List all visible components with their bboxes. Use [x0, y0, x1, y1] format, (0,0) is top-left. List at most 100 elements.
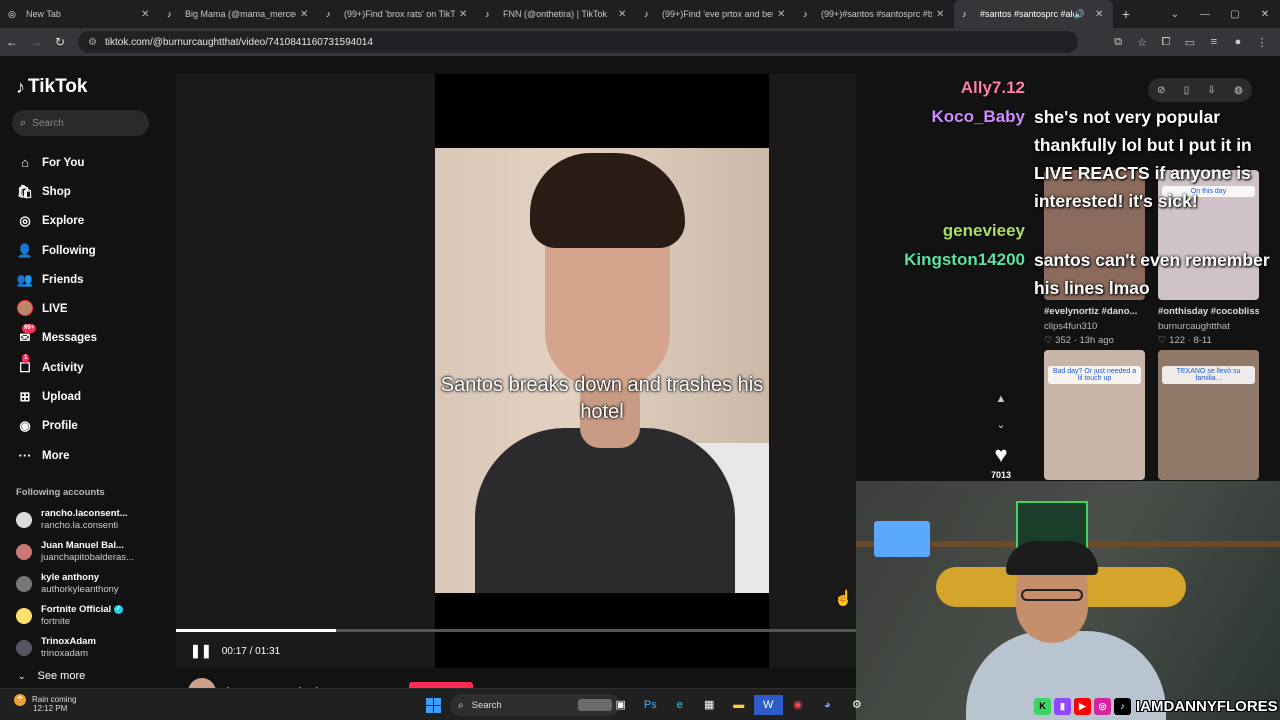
close-tab-icon[interactable]: ✕ [300, 9, 310, 20]
forward-button[interactable]: → [24, 35, 48, 49]
account-handle: juanchapitobalderas... [41, 552, 134, 563]
streamer-glasses [1021, 589, 1083, 601]
edge-icon[interactable]: e [665, 695, 695, 715]
youtube-icon: ▶ [1074, 697, 1091, 715]
download-icon[interactable]: ⇩ [1207, 85, 1215, 96]
video-person-shirt [475, 428, 735, 593]
chat-username: Ally7.12 [960, 78, 1025, 97]
recommended-video[interactable]: TEXANO se llevó su familia... [1158, 350, 1259, 480]
see-more-button[interactable]: ⌄ See more [18, 670, 85, 682]
maximize-button[interactable]: ▢ [1220, 9, 1250, 20]
nav-item-messages[interactable]: ✉ 99+ Messages [16, 324, 97, 353]
avatar [16, 544, 32, 560]
browser-tab[interactable]: ♪ FNN (@onthetira) | TikTok ✕ [477, 0, 636, 28]
store-icon[interactable]: ▦ [695, 695, 725, 715]
avatar [16, 640, 32, 656]
recommended-video[interactable]: Bad day? Or just needed a lil touch up [1044, 350, 1145, 480]
profile-icon: ◉ [19, 418, 31, 434]
close-tab-icon[interactable]: ✕ [777, 9, 787, 20]
sidepanel-icon[interactable]: ▭ [1178, 36, 1202, 49]
browser-tab[interactable]: ♪ (99+)Find 'eve prtox and benjy ✕ [636, 0, 795, 28]
video-player[interactable] [435, 148, 769, 593]
close-window-button[interactable]: ✕ [1250, 9, 1280, 20]
following-account[interactable]: TrinoxAdam trinoxadam [16, 636, 96, 660]
twitch-icon: ▮ [1054, 697, 1071, 715]
nav-label: Profile [42, 420, 78, 433]
reload-button[interactable]: ↻ [48, 35, 72, 49]
nav-item-activity[interactable]: ☐ 1 Activity [16, 353, 97, 382]
nav-item-shop[interactable]: 🛍 Shop [16, 177, 97, 206]
windows-start-icon[interactable] [426, 698, 441, 713]
discord-icon[interactable]: ◕ [813, 695, 843, 715]
chevron-up-icon[interactable]: ▲ [988, 386, 1014, 412]
nav-item-explore[interactable]: ◎ Explore [16, 207, 97, 236]
avatar-icon[interactable]: ◍ [1234, 85, 1243, 96]
nav-item-more[interactable]: ··· More [16, 441, 97, 470]
following-account[interactable]: rancho.laconsent... rancho.la.consenti [16, 508, 128, 532]
browser-tab[interactable]: ♪ Big Mama (@mama_mercedes ✕ [159, 0, 318, 28]
streamer-handle: IAMDANNYFLORES [1136, 697, 1278, 715]
nav-item-for-you[interactable]: ⌂ For You [16, 148, 97, 177]
chevron-down-icon: ⌄ [18, 670, 26, 681]
tiktok-favicon-icon: ♪ [962, 9, 967, 19]
menu-icon[interactable]: ⋮ [1250, 36, 1274, 49]
extensions-icon[interactable]: ⧠ [1154, 36, 1178, 49]
home-icon: ⌂ [21, 155, 29, 171]
tab-audio-icon[interactable]: 🔊 [1074, 9, 1085, 20]
following-account[interactable]: kyle anthony authorkyleanthony [16, 572, 119, 596]
browser-tab[interactable]: ♪ (99+)Find 'brox rats' on TikTok ✕ [318, 0, 477, 28]
nav-item-upload[interactable]: ⊞ Upload [16, 382, 97, 411]
nav-label: Shop [42, 185, 71, 198]
back-button[interactable]: ← [0, 35, 24, 49]
close-tab-icon[interactable]: ✕ [459, 9, 469, 20]
bookmark-star-icon[interactable]: ☆ [1130, 36, 1154, 49]
nav-label: Following [42, 244, 96, 257]
tiktok-logo[interactable]: ♪ TikTok [16, 76, 87, 98]
tab-search-icon[interactable]: ⌄ [1160, 9, 1190, 20]
search-placeholder: Search [32, 117, 64, 129]
compass-icon[interactable]: ⊘ [1157, 85, 1165, 96]
notification-badge: 99+ [22, 324, 37, 334]
video-progress-bar[interactable] [176, 629, 856, 632]
new-tab-button[interactable]: + [1113, 6, 1139, 22]
close-tab-icon[interactable]: ✕ [141, 9, 151, 20]
following-account[interactable]: Fortnite Official ✓ fortnite [16, 604, 123, 628]
browser-tab[interactable]: ◎ New Tab ✕ [0, 0, 159, 28]
browser-tab[interactable]: ♪ #santos #santosprc #alogo🔊 ✕ [954, 0, 1113, 28]
install-icon[interactable]: ⧉ [1106, 36, 1130, 49]
taskbar-search[interactable]: ⌕ Search [450, 694, 620, 716]
search-input[interactable]: ⌕ Search [12, 110, 149, 136]
tiktok-favicon-icon: ♪ [803, 9, 808, 19]
like-heart-icon[interactable]: ♥ [988, 442, 1014, 468]
chrome-icon[interactable]: ◉ [783, 695, 813, 715]
file-explorer-icon[interactable]: ▬ [724, 695, 754, 715]
photoshop-icon[interactable]: Ps [636, 695, 666, 715]
video-thumbnail[interactable]: TEXANO se llevó su familia... [1158, 350, 1259, 480]
minimize-button[interactable]: — [1190, 9, 1220, 20]
nav-item-live[interactable]: LIVE [16, 294, 97, 323]
media-icon[interactable]: ≡ [1202, 36, 1226, 49]
close-tab-icon[interactable]: ✕ [618, 9, 628, 20]
settings-gear-icon[interactable]: ⚙ [842, 695, 872, 715]
close-tab-icon[interactable]: ✕ [1095, 9, 1105, 20]
chevron-down-icon[interactable]: ⌄ [988, 412, 1014, 438]
word-icon[interactable]: W [753, 695, 783, 715]
windows-taskbar: ☂ Rain coming 12:12 PM ⌕ Search ▣ Ps e ▦… [0, 688, 862, 720]
site-info-icon[interactable]: ⚙ [88, 37, 97, 48]
webcam-overlay [856, 481, 1280, 720]
browser-tab[interactable]: ♪ (99+)#santos #santosprc #bri ✕ [795, 0, 954, 28]
following-account[interactable]: Juan Manuel Bal... juanchapitobalderas... [16, 540, 134, 564]
video-thumbnail[interactable]: Bad day? Or just needed a lil touch up [1044, 350, 1145, 480]
phone-icon[interactable]: ▯ [1184, 85, 1190, 96]
nav-item-friends[interactable]: 👥 Friends [16, 265, 97, 294]
shop-bag-icon: 🛍 [16, 183, 34, 199]
task-view-icon[interactable]: ▣ [606, 695, 636, 715]
profile-avatar[interactable]: ● [1226, 36, 1250, 49]
close-tab-icon[interactable]: ✕ [936, 9, 946, 20]
tiktok-favicon-icon: ♪ [326, 9, 331, 19]
address-bar[interactable]: ⚙ tiktok.com/@burnurcaughtthat/video/741… [78, 31, 1078, 53]
nav-item-profile[interactable]: ◉ Profile [16, 412, 97, 441]
chat-username: Koco_Baby [931, 107, 1025, 126]
nav-item-following[interactable]: 👤 Following [16, 236, 97, 265]
pause-icon[interactable]: ❚❚ [190, 643, 212, 659]
